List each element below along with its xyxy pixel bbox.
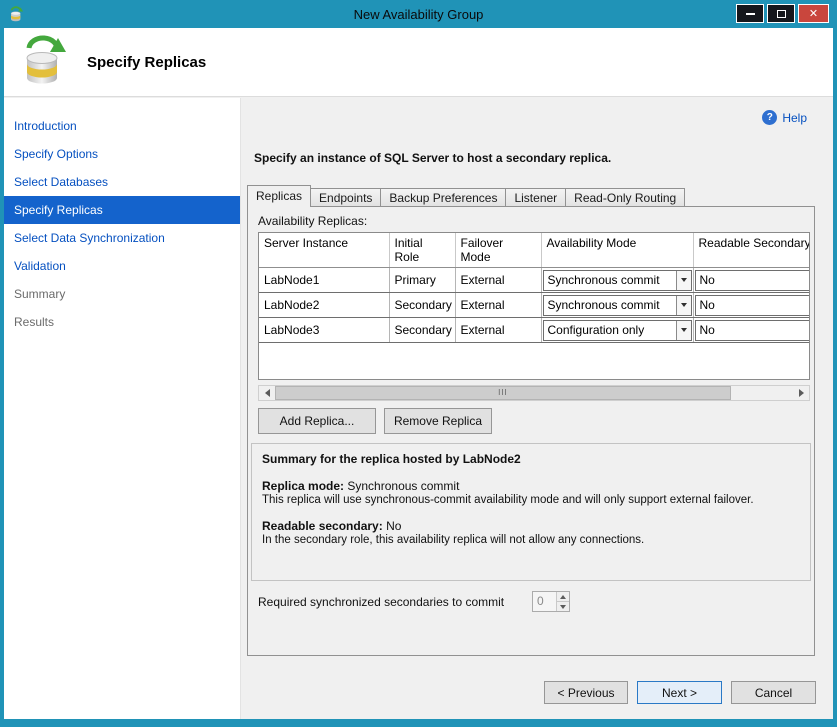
tab-replicas[interactable]: Replicas	[247, 185, 311, 207]
remove-replica-button[interactable]: Remove Replica	[384, 408, 492, 434]
replicas-tab-pane: Availability Replicas: Server Instance I…	[247, 206, 815, 656]
spinner-value: 0	[533, 592, 556, 611]
availability-replicas-label: Availability Replicas:	[258, 214, 367, 228]
spinner-up-icon[interactable]	[557, 592, 569, 601]
instruction-text: Specify an instance of SQL Server to hos…	[254, 151, 611, 165]
availability-mode-dropdown[interactable]: Synchronous commit	[543, 295, 692, 316]
cell-server-instance[interactable]: LabNode3	[259, 318, 389, 343]
availability-mode-dropdown[interactable]: Synchronous commit	[543, 270, 692, 291]
previous-button[interactable]: < Previous	[544, 681, 628, 704]
cell-failover-mode[interactable]: External	[455, 268, 541, 293]
window-controls: ✕	[736, 4, 829, 23]
sidebar-item-validation[interactable]: Validation	[4, 252, 240, 280]
titlebar[interactable]: New Availability Group ✕	[0, 0, 837, 28]
maximize-icon	[777, 10, 786, 18]
readable-secondary-dropdown[interactable]: No	[695, 295, 811, 316]
table-row: LabNode2 Secondary External Synchronous …	[259, 293, 810, 318]
cell-server-instance[interactable]: LabNode1	[259, 268, 389, 293]
replica-summary-panel: Summary for the replica hosted by LabNod…	[251, 443, 811, 581]
window-body: Specify Replicas Introduction Specify Op…	[4, 28, 833, 719]
table-row: LabNode1 Primary External Synchronous co…	[259, 268, 810, 293]
readable-secondary-description: In the secondary role, this availability…	[262, 534, 800, 546]
column-header-readable-secondary[interactable]: Readable Secondary	[693, 233, 810, 268]
chevron-down-icon[interactable]	[676, 271, 691, 290]
sidebar-item-summary: Summary	[4, 280, 240, 308]
tab-listener[interactable]: Listener	[505, 188, 566, 207]
page-title: Specify Replicas	[87, 54, 206, 71]
minimize-icon	[746, 13, 755, 15]
sidebar-item-specify-replicas[interactable]: Specify Replicas	[4, 196, 240, 224]
readable-secondary-dropdown[interactable]: No	[695, 270, 811, 291]
availability-group-icon-svg	[8, 6, 24, 22]
tab-endpoints[interactable]: Endpoints	[310, 188, 381, 207]
sidebar-item-select-data-synchronization[interactable]: Select Data Synchronization	[4, 224, 240, 252]
wizard-header: Specify Replicas	[4, 28, 833, 97]
sidebar-item-select-databases[interactable]: Select Databases	[4, 168, 240, 196]
grid-header-row: Server Instance Initial Role Failover Mo…	[259, 233, 810, 268]
sidebar-item-specify-options[interactable]: Specify Options	[4, 140, 240, 168]
table-row: LabNode3 Secondary External Configuratio…	[259, 318, 810, 343]
replicas-database-icon	[19, 34, 67, 91]
column-header-availability-mode[interactable]: Availability Mode	[541, 233, 693, 268]
chevron-down-icon[interactable]	[676, 321, 691, 340]
scroll-right-icon[interactable]	[793, 386, 809, 400]
add-replica-button[interactable]: Add Replica...	[258, 408, 376, 434]
column-header-initial-role[interactable]: Initial Role	[389, 233, 455, 268]
help-icon: ?	[762, 110, 777, 125]
cell-initial-role[interactable]: Secondary	[389, 293, 455, 318]
tab-read-only-routing[interactable]: Read-Only Routing	[565, 188, 685, 207]
readable-secondary-dropdown[interactable]: No	[695, 320, 811, 341]
new-availability-group-window: New Availability Group ✕	[0, 0, 837, 727]
tab-backup-preferences[interactable]: Backup Preferences	[380, 188, 506, 207]
spinner-buttons	[556, 592, 569, 611]
summary-title: Summary for the replica hosted by LabNod…	[262, 452, 800, 466]
maximize-button[interactable]	[767, 4, 795, 23]
column-header-failover-mode[interactable]: Failover Mode	[455, 233, 541, 268]
sidebar-item-introduction[interactable]: Introduction	[4, 112, 240, 140]
availability-group-icon	[8, 6, 24, 22]
minimize-button[interactable]	[736, 4, 764, 23]
cell-initial-role[interactable]: Secondary	[389, 318, 455, 343]
scrollbar-grip-icon: III	[498, 389, 508, 397]
replica-mode-description: This replica will use synchronous-commit…	[262, 494, 800, 506]
readable-secondary-line: Readable secondary: No	[262, 519, 800, 533]
cell-server-instance[interactable]: LabNode2	[259, 293, 389, 318]
close-icon: ✕	[809, 7, 818, 20]
close-button[interactable]: ✕	[798, 4, 829, 23]
help-label: Help	[782, 111, 807, 125]
availability-replicas-grid: Server Instance Initial Role Failover Mo…	[258, 232, 810, 380]
cell-failover-mode[interactable]: External	[455, 293, 541, 318]
cell-initial-role[interactable]: Primary	[389, 268, 455, 293]
availability-mode-dropdown[interactable]: Configuration only	[543, 320, 692, 341]
scrollbar-thumb[interactable]: III	[275, 386, 731, 400]
cancel-button[interactable]: Cancel	[731, 681, 816, 704]
sidebar-item-results: Results	[4, 308, 240, 336]
help-link[interactable]: ? Help	[762, 110, 807, 125]
required-secondaries-label: Required synchronized secondaries to com…	[258, 595, 504, 609]
column-header-server-instance[interactable]: Server Instance	[259, 233, 389, 268]
tab-strip: Replicas Endpoints Backup Preferences Li…	[247, 185, 685, 207]
main-panel: ? Help Specify an instance of SQL Server…	[241, 98, 833, 719]
horizontal-scrollbar[interactable]: III	[258, 385, 810, 401]
chevron-down-icon[interactable]	[676, 296, 691, 315]
next-button[interactable]: Next >	[637, 681, 722, 704]
scrollbar-track[interactable]: III	[275, 386, 793, 400]
wizard-steps-sidebar: Introduction Specify Options Select Data…	[4, 98, 241, 719]
spinner-down-icon[interactable]	[557, 601, 569, 611]
window-title: New Availability Group	[0, 7, 837, 22]
scroll-left-icon[interactable]	[259, 386, 275, 400]
cell-failover-mode[interactable]: External	[455, 318, 541, 343]
required-secondaries-spinner[interactable]: 0	[532, 591, 570, 612]
wizard-content: Introduction Specify Options Select Data…	[4, 98, 833, 719]
replica-mode-line: Replica mode: Synchronous commit	[262, 479, 800, 493]
